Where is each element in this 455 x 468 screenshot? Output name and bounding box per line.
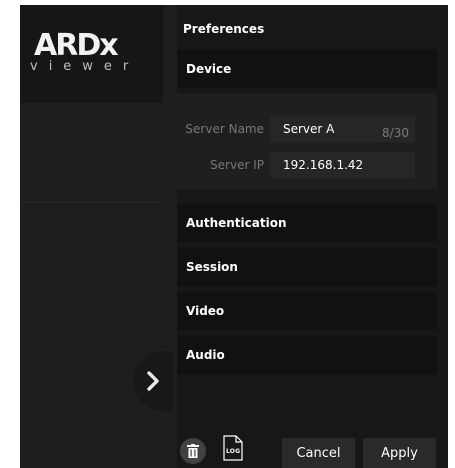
server-ip-label: Server IP [210,158,264,172]
section-authentication-label: Authentication [186,216,287,230]
section-session[interactable]: Session [177,248,437,286]
section-audio[interactable]: Audio [177,336,437,374]
delete-button[interactable] [180,438,206,464]
page-title: Preferences [183,22,265,36]
logo: ARDx viewer [20,5,163,103]
section-video-label: Video [186,304,225,318]
preferences-window: ARDx viewer Preferences Device Server Na… [20,5,448,468]
section-audio-label: Audio [186,348,225,362]
server-name-char-count: 8/30 [382,126,409,140]
divider [20,202,163,203]
section-device[interactable]: Device [177,50,437,88]
chevron-right-icon [147,371,159,391]
cancel-button[interactable]: Cancel [282,438,355,468]
server-ip-field[interactable]: 192.168.1.42 [270,152,415,178]
section-session-label: Session [186,260,238,274]
apply-button[interactable]: Apply [363,438,436,468]
logo-sub-text: viewer [30,59,140,74]
left-panel: ARDx viewer [20,5,177,468]
section-video[interactable]: Video [177,292,437,330]
expand-panel-button[interactable] [133,351,173,411]
section-device-label: Device [186,62,232,76]
log-label: LOG [226,448,241,455]
section-authentication[interactable]: Authentication [177,204,437,242]
trash-icon [187,444,199,458]
server-name-value: Server A [283,122,335,136]
server-name-label: Server Name [185,122,264,136]
device-settings: Server Name Server A 8/30 Server IP 192.… [177,93,437,189]
logo-main-text: ARDx [34,28,119,63]
server-ip-value: 192.168.1.42 [283,158,364,172]
log-button[interactable]: LOG [223,435,243,461]
